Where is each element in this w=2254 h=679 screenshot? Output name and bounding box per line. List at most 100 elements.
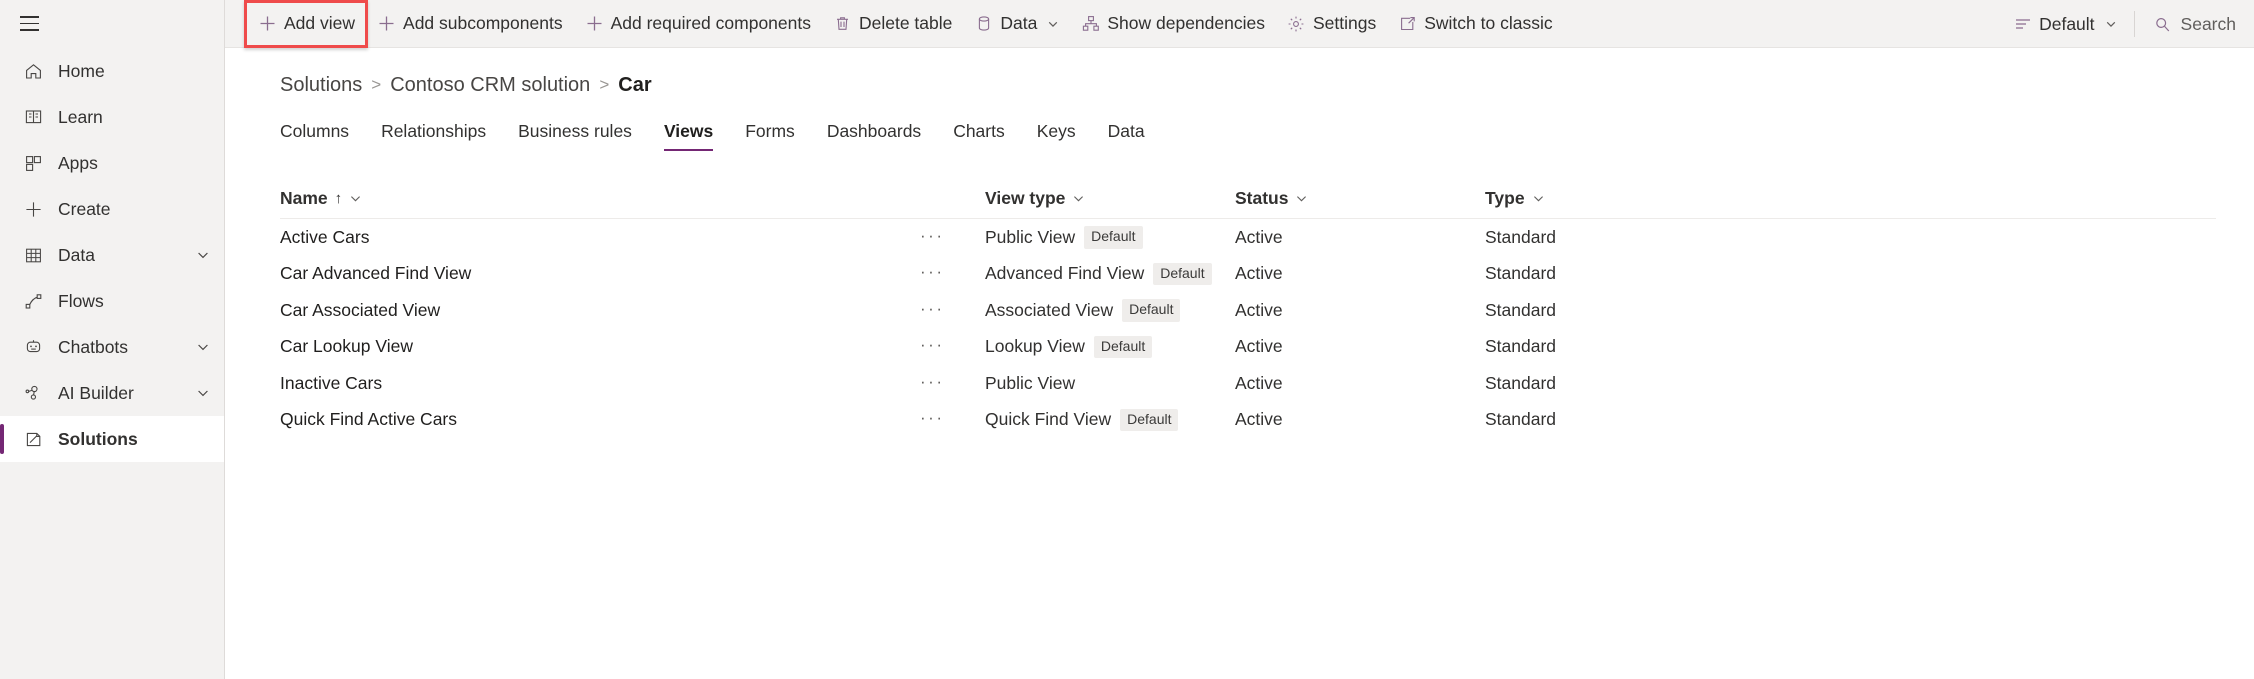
add-required-components-button[interactable]: Add required components (574, 4, 822, 44)
cell-view-type: Associated ViewDefault (985, 299, 1235, 322)
tab-forms[interactable]: Forms (729, 121, 811, 151)
cell-status: Active (1235, 263, 1485, 284)
row-more-options-icon[interactable]: ··· (920, 336, 944, 357)
settings-button[interactable]: Settings (1276, 4, 1387, 44)
cell-name[interactable]: Car Associated View (280, 300, 920, 321)
row-more-options-icon[interactable]: ··· (920, 409, 944, 430)
cell-name[interactable]: Inactive Cars (280, 373, 920, 394)
data-menu-button[interactable]: Data (963, 4, 1070, 44)
row-more-options-icon[interactable]: ··· (920, 263, 944, 284)
view-type-wrapper: Lookup ViewDefault (985, 336, 1152, 359)
chevron-down-icon[interactable] (1532, 192, 1545, 205)
column-header-label: Type (1485, 188, 1525, 209)
tab-relationships[interactable]: Relationships (365, 121, 502, 151)
default-badge: Default (1122, 299, 1180, 322)
entity-tabs: Columns Relationships Business rules Vie… (226, 109, 2254, 151)
cell-view-type: Public ViewDefault (985, 226, 1235, 249)
add-view-button[interactable]: Add view (247, 4, 366, 44)
chevron-down-icon[interactable] (1295, 192, 1308, 205)
plus-icon (22, 198, 44, 220)
home-icon (22, 60, 44, 82)
breadcrumb-item-solutions[interactable]: Solutions (280, 74, 362, 97)
solutions-icon (22, 428, 44, 450)
chevron-down-icon[interactable] (196, 248, 210, 262)
cell-type: Standard (1485, 227, 1735, 248)
tab-business-rules[interactable]: Business rules (502, 121, 648, 151)
switch-to-classic-label: Switch to classic (1424, 13, 1552, 34)
column-header-type[interactable]: Type (1485, 188, 1735, 209)
table-row[interactable]: Car Advanced Find View··· Advanced Find V… (280, 256, 2216, 293)
cell-name[interactable]: Quick Find Active Cars (280, 409, 920, 430)
cell-name[interactable]: Car Lookup View (280, 336, 920, 357)
ai-builder-icon (22, 382, 44, 404)
view-type-wrapper: Public ViewDefault (985, 226, 1143, 249)
column-header-view-type[interactable]: View type (985, 188, 1235, 209)
cell-type: Standard (1485, 336, 1735, 357)
sidebar-item-apps[interactable]: Apps (0, 140, 224, 186)
view-selector-button[interactable]: Default (2002, 4, 2127, 44)
add-required-components-label: Add required components (611, 13, 811, 34)
breadcrumb: Solutions > Contoso CRM solution > Car (226, 65, 2254, 105)
table-row[interactable]: Car Lookup View···Lookup ViewDefaultActi… (280, 329, 2216, 366)
cell-status: Active (1235, 409, 1485, 430)
sidebar-item-ai-builder[interactable]: AI Builder (0, 370, 224, 416)
sidebar-item-create[interactable]: Create (0, 186, 224, 232)
row-more-options-icon[interactable]: ··· (920, 300, 944, 321)
hamburger-menu-icon[interactable] (14, 9, 44, 39)
row-more-options-icon[interactable]: ··· (920, 227, 944, 248)
chevron-down-icon[interactable] (1072, 192, 1085, 205)
tab-views[interactable]: Views (648, 121, 729, 151)
cell-view-type: Advanced Find ViewDefault (985, 263, 1235, 286)
column-header-status[interactable]: Status (1235, 188, 1485, 209)
default-badge: Default (1120, 409, 1178, 432)
tab-keys[interactable]: Keys (1021, 121, 1092, 151)
sidebar-item-home[interactable]: Home (0, 48, 224, 94)
sidebar-item-label: Home (58, 61, 210, 82)
sidebar-item-solutions[interactable]: Solutions (0, 416, 224, 462)
add-subcomponents-button[interactable]: Add subcomponents (366, 4, 574, 44)
sidebar-item-learn[interactable]: Learn (0, 94, 224, 140)
sidebar-item-data[interactable]: Data (0, 232, 224, 278)
command-bar-items: Add view Add subcomponents Add required … (225, 0, 1564, 48)
chevron-down-icon[interactable] (196, 340, 210, 354)
add-view-label: Add view (284, 13, 355, 34)
tab-columns[interactable]: Columns (280, 121, 365, 151)
cell-name[interactable]: Active Cars (280, 227, 920, 248)
sidebar-item-label: Apps (58, 153, 210, 174)
tab-charts[interactable]: Charts (937, 121, 1021, 151)
breadcrumb-item-contoso-crm-solution[interactable]: Contoso CRM solution (390, 74, 590, 97)
table-row[interactable]: Inactive Cars···Public ViewActiveStandar… (280, 365, 2216, 402)
cell-status: Active (1235, 300, 1485, 321)
table-row[interactable]: Quick Find Active Cars··· Quick Find View… (280, 402, 2216, 439)
view-type-label: Lookup View (985, 336, 1085, 357)
book-icon (22, 106, 44, 128)
table-row[interactable]: Active Cars···Public ViewDefaultActiveSt… (280, 219, 2216, 256)
cell-view-type: Quick Find ViewDefault (985, 409, 1235, 432)
show-dependencies-button[interactable]: Show dependencies (1070, 4, 1276, 44)
sidebar-item-chatbots[interactable]: Chatbots (0, 324, 224, 370)
list-icon (2013, 15, 2032, 34)
plus-icon (377, 14, 396, 33)
search-box[interactable]: Search (2141, 4, 2254, 44)
tab-data[interactable]: Data (1092, 121, 1161, 151)
chevron-down-icon[interactable] (196, 386, 210, 400)
delete-table-button[interactable]: Delete table (822, 4, 963, 44)
column-header-name[interactable]: Name ↑ (280, 188, 920, 209)
add-subcomponents-label: Add subcomponents (403, 13, 563, 34)
table-row[interactable]: Car Associated View··· Associated ViewDef… (280, 292, 2216, 329)
cell-type: Standard (1485, 373, 1735, 394)
sidebar-item-label: Flows (58, 291, 210, 312)
sidebar-item-label: Learn (58, 107, 210, 128)
external-link-icon (1398, 14, 1417, 33)
switch-to-classic-button[interactable]: Switch to classic (1387, 4, 1563, 44)
view-type-label: Advanced Find View (985, 263, 1144, 284)
sidebar-item-flows[interactable]: Flows (0, 278, 224, 324)
tab-dashboards[interactable]: Dashboards (811, 121, 937, 151)
breadcrumb-separator-icon: > (371, 75, 381, 95)
column-header-label: Status (1235, 188, 1288, 209)
chevron-down-icon[interactable] (349, 192, 362, 205)
view-type-wrapper: Quick Find ViewDefault (985, 409, 1178, 432)
cell-name[interactable]: Car Advanced Find View (280, 263, 920, 284)
row-more-options-icon[interactable]: ··· (920, 373, 944, 394)
cell-type: Standard (1485, 409, 1735, 430)
